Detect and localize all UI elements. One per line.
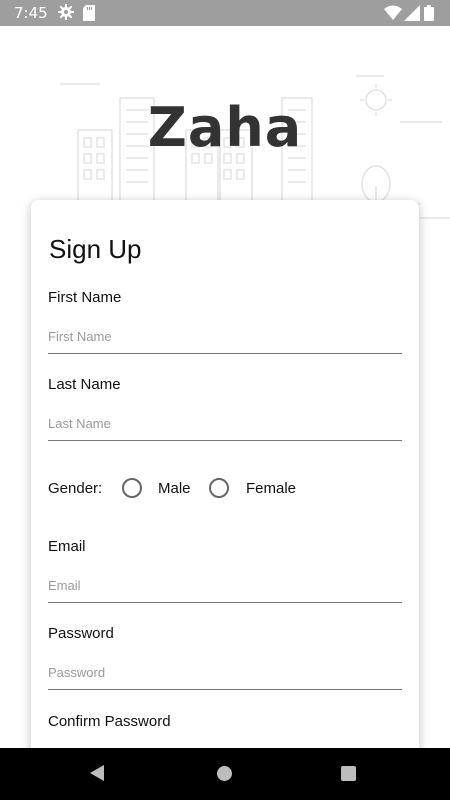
password-label: Password [48,625,114,642]
male-radio-label[interactable]: Male [158,480,191,497]
header-illustration: Zaha [0,26,450,226]
gender-selector: Gender: Male Female [48,478,402,500]
recents-icon[interactable] [341,766,356,781]
email-input[interactable] [48,568,402,603]
battery-icon [424,5,434,21]
female-radio-label[interactable]: Female [246,480,296,497]
male-radio[interactable] [122,478,142,498]
female-radio[interactable] [209,478,229,498]
wifi-icon [384,5,402,20]
gender-label: Gender: [48,480,103,497]
password-input[interactable] [48,655,402,690]
first-name-label: First Name [48,289,122,306]
app-logo: Zaha [147,96,303,159]
navigation-bar [0,748,450,800]
back-icon[interactable] [90,765,104,781]
status-time: 7:45 [14,4,48,22]
home-icon[interactable] [217,766,232,781]
email-label: Email [48,538,86,555]
gear-icon [58,4,74,20]
last-name-input[interactable] [48,406,402,441]
page-title: Sign Up [49,234,142,264]
signup-card: Sign Up First Name Last Name Gender: Mal… [31,200,419,780]
first-name-input[interactable] [48,319,402,354]
last-name-label: Last Name [48,376,121,393]
signal-icon [404,5,420,21]
status-bar: 7:45 [0,0,450,26]
sd-card-icon [83,5,95,21]
confirm-password-label: Confirm Password [48,713,171,730]
